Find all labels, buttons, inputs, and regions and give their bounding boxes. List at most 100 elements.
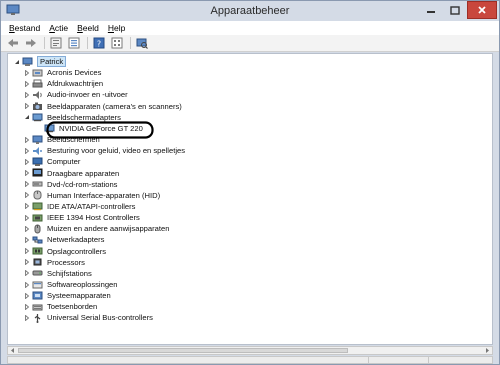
expand-collapse-toggle[interactable] — [22, 268, 32, 279]
tree-item-label: Beeldapparaten (camera's en scanners) — [47, 101, 182, 111]
tree-root-label: Patrick — [37, 56, 67, 67]
back-button[interactable] — [6, 36, 20, 50]
chevron-down-icon — [15, 59, 19, 64]
tree-item-label: Universal Serial Bus-controllers — [47, 313, 153, 323]
expand-collapse-toggle[interactable] — [22, 223, 32, 234]
expand-collapse-toggle[interactable] — [22, 168, 32, 179]
usb-icon — [32, 313, 43, 323]
expand-collapse-toggle[interactable] — [22, 212, 32, 223]
storage-controller-icon — [32, 247, 43, 255]
printer-icon — [32, 79, 43, 89]
tree-category-item[interactable]: Softwareoplossingen — [22, 279, 118, 290]
title-bar[interactable]: Apparaatbeheer — [1, 1, 499, 21]
expand-collapse-toggle[interactable] — [22, 190, 32, 201]
tree-category-item[interactable]: Netwerkadapters — [22, 234, 104, 245]
tree-category-item[interactable]: Beeldapparaten (camera's en scanners) — [22, 101, 182, 112]
tree-item-label: IDE ATA/ATAPI-controllers — [47, 201, 136, 211]
tree-item-label: Draagbare apparaten — [47, 168, 120, 178]
expand-collapse-toggle[interactable] — [22, 67, 32, 78]
tree-category-item[interactable]: Draagbare apparaten — [22, 168, 119, 179]
menu-item-text: eeld — [82, 23, 99, 33]
tree-item-label: Dvd-/cd-rom-stations — [47, 179, 118, 189]
menu-item-beeld[interactable]: Beeld — [77, 23, 99, 33]
expand-collapse-toggle[interactable] — [22, 156, 32, 167]
tree-category-item[interactable]: Systeemapparaten — [22, 290, 111, 301]
expand-collapse-toggle[interactable] — [22, 290, 32, 301]
expand-collapse-toggle[interactable] — [22, 145, 32, 156]
expand-collapse-toggle[interactable] — [22, 78, 32, 89]
list-view-button[interactable] — [67, 36, 81, 50]
close-icon — [478, 6, 486, 14]
tree-category-item[interactable]: Toetsenborden — [22, 301, 97, 312]
expand-collapse-toggle[interactable] — [22, 312, 32, 323]
expand-collapse-toggle[interactable] — [22, 234, 32, 245]
printer-icon — [32, 79, 43, 88]
portable-device-icon — [32, 168, 43, 178]
scan-hardware-button[interactable] — [135, 36, 149, 50]
expand-collapse-toggle[interactable] — [22, 112, 32, 123]
expand-collapse-toggle[interactable] — [22, 179, 32, 190]
sound-video-icon — [33, 146, 42, 155]
tree-category-item[interactable]: Muizen en andere aanwijsapparaten — [22, 223, 169, 234]
menu-item-bestand[interactable]: Bestand — [9, 23, 40, 33]
tree-category-item[interactable]: Human Interface-apparaten (HID) — [22, 190, 160, 201]
tree-category-item[interactable]: Schijfstations — [22, 268, 92, 279]
expand-collapse-toggle[interactable] — [22, 201, 32, 212]
properties-button[interactable] — [49, 36, 63, 50]
chevron-right-icon — [25, 214, 30, 221]
tree-root-computer[interactable]: Patrick — [12, 56, 67, 67]
device-icon — [32, 69, 43, 77]
tree-category-item[interactable]: Acronis Devices — [22, 67, 101, 78]
toolbar: ? — [1, 35, 499, 52]
tree-category-item[interactable]: Computer — [22, 156, 80, 167]
tree-category-item[interactable]: IDE ATA/ATAPI-controllers — [22, 201, 135, 212]
chevron-right-icon — [25, 248, 30, 255]
tree-category-item[interactable]: Opslagcontrollers — [22, 246, 106, 257]
tree-category-item[interactable]: Audio-invoer en -uitvoer — [22, 89, 128, 100]
expand-collapse-toggle[interactable] — [22, 101, 32, 112]
status-bar — [7, 356, 493, 364]
expand-collapse-toggle[interactable] — [22, 246, 32, 257]
expand-collapse-toggle[interactable] — [22, 134, 32, 145]
software-icon — [32, 281, 43, 288]
menu-item-help[interactable]: Help — [108, 23, 125, 33]
speaker-icon — [33, 90, 42, 99]
scroll-left-arrow[interactable] — [8, 347, 17, 354]
minimize-button[interactable] — [418, 1, 443, 19]
tree-category-item[interactable]: Besturing voor geluid, video en spelletj… — [22, 145, 185, 156]
view-options-button[interactable] — [110, 36, 124, 50]
tree-category-item[interactable]: Universal Serial Bus-controllers — [22, 312, 153, 323]
scroll-right-arrow[interactable] — [483, 347, 492, 354]
tree-category-item[interactable]: Processors — [22, 257, 85, 268]
expand-collapse-toggle[interactable] — [22, 89, 32, 100]
close-button[interactable] — [467, 1, 497, 19]
menu-item-text: elp — [114, 23, 126, 33]
tree-item-label: Softwareoplossingen — [47, 280, 118, 289]
menu-item-actie[interactable]: Actie — [49, 23, 68, 33]
expand-collapse-toggle[interactable] — [22, 279, 32, 290]
expand-collapse-toggle[interactable] — [22, 301, 32, 312]
chevron-right-icon — [25, 292, 30, 299]
forward-button[interactable] — [24, 36, 38, 50]
horizontal-scrollbar[interactable] — [7, 346, 493, 355]
system-device-icon — [32, 291, 43, 301]
disc-drive-icon — [32, 181, 43, 187]
chevron-left-icon — [11, 348, 14, 353]
chevron-right-icon — [25, 314, 30, 321]
tree-category-item[interactable]: IEEE 1394 Host Controllers — [22, 212, 140, 223]
chevron-right-icon — [25, 192, 30, 199]
help-button[interactable]: ? — [92, 36, 106, 50]
processor-icon — [33, 258, 42, 266]
tree-category-item[interactable]: Afdrukwachtrijen — [22, 78, 103, 89]
maximize-button[interactable] — [443, 1, 467, 19]
device-icon — [32, 68, 43, 78]
chevron-right-icon — [25, 181, 30, 188]
chevron-right-icon — [25, 281, 30, 288]
expand-collapse-toggle[interactable] — [22, 257, 32, 268]
expand-collapse-toggle[interactable] — [12, 56, 22, 67]
scan-hardware-icon — [136, 38, 148, 49]
tree-item-label: Schijfstations — [47, 268, 92, 278]
tree-category-item[interactable]: Dvd-/cd-rom-stations — [22, 179, 117, 190]
storage-controller-icon — [32, 246, 43, 256]
scrollbar-thumb[interactable] — [18, 348, 348, 353]
